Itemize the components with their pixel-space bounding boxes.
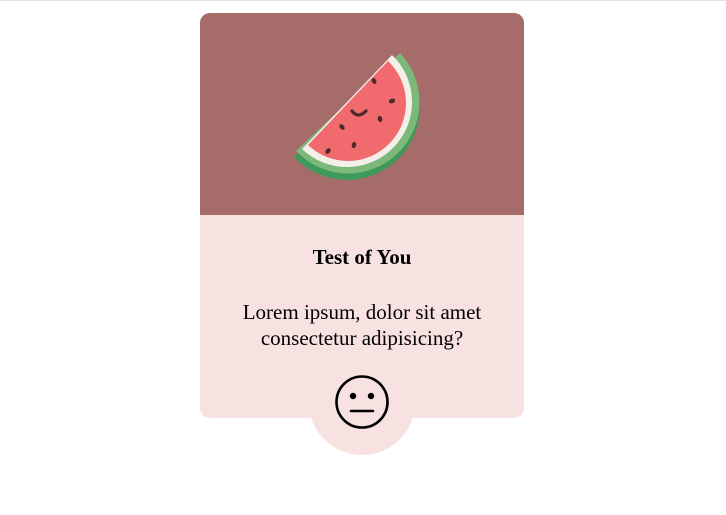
card-question-text: Lorem ipsum, dolor sit amet consectetur …: [242, 300, 482, 350]
card-image-area: [200, 13, 524, 215]
watermelon-icon: [294, 53, 420, 180]
neutral-face-button[interactable]: [334, 374, 390, 430]
card-title: Test of You: [312, 245, 412, 269]
quiz-card: Test of You Lorem ipsum, dolor sit amet …: [200, 13, 524, 418]
neutral-face-icon: [335, 375, 389, 429]
